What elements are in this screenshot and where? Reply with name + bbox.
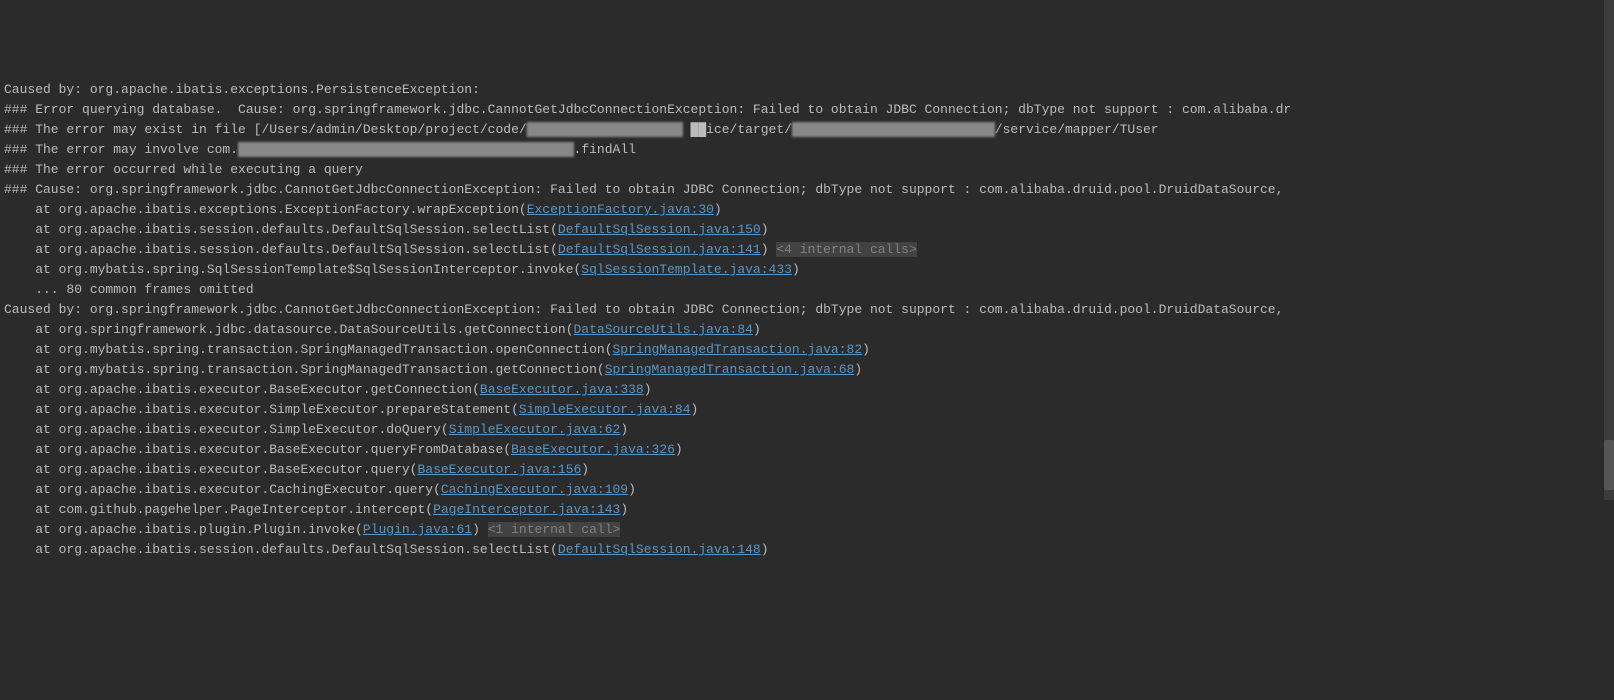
trace-text: ) <box>675 442 683 457</box>
source-link[interactable]: SpringManagedTransaction.java:82 <box>613 342 863 357</box>
trace-text: at org.apache.ibatis.executor.BaseExecut… <box>4 382 480 397</box>
trace-text: at org.apache.ibatis.executor.CachingExe… <box>4 482 441 497</box>
stack-trace-line: at org.springframework.jdbc.datasource.D… <box>4 322 761 337</box>
console-output: Caused by: org.apache.ibatis.exceptions.… <box>0 80 1614 560</box>
source-link[interactable]: SpringManagedTransaction.java:68 <box>605 362 855 377</box>
scrollbar-thumb[interactable] <box>1604 440 1614 490</box>
trace-text: at org.springframework.jdbc.datasource.D… <box>4 322 574 337</box>
trace-text: ) <box>753 322 761 337</box>
stack-trace-line: at org.apache.ibatis.executor.BaseExecut… <box>4 442 683 457</box>
source-link[interactable]: SimpleExecutor.java:62 <box>449 422 621 437</box>
stack-trace-line: at org.apache.ibatis.executor.CachingExe… <box>4 482 636 497</box>
trace-text: ) <box>628 482 636 497</box>
trace-text: at org.mybatis.spring.transaction.Spring… <box>4 362 605 377</box>
trace-text: Caused by: org.apache.ibatis.exceptions.… <box>4 82 480 97</box>
stack-trace-line: Caused by: org.springframework.jdbc.Cann… <box>4 302 1283 317</box>
stack-trace-line: ### The error may involve com.██████████… <box>4 142 636 157</box>
stack-trace-line: at org.apache.ibatis.executor.BaseExecut… <box>4 382 652 397</box>
trace-text: ) <box>854 362 862 377</box>
trace-text: /service/mapper/TUser <box>995 122 1159 137</box>
censored-text: ████████████████████ <box>527 122 683 137</box>
trace-text: ### The error may exist in file [/Users/… <box>4 122 527 137</box>
censored-text: ████████████████████████████████████████… <box>238 142 573 157</box>
trace-text: ) <box>620 502 628 517</box>
trace-text: .findAll <box>574 142 636 157</box>
trace-text: ### The error occurred while executing a… <box>4 162 363 177</box>
stack-trace-line: ... 80 common frames omitted <box>4 282 254 297</box>
stack-trace-line: at org.apache.ibatis.executor.SimpleExec… <box>4 422 628 437</box>
trace-text: Caused by: org.springframework.jdbc.Cann… <box>4 302 1283 317</box>
internal-calls-badge[interactable]: <1 internal call> <box>488 522 621 537</box>
trace-text: at org.apache.ibatis.executor.SimpleExec… <box>4 422 449 437</box>
source-link[interactable]: DefaultSqlSession.java:150 <box>558 222 761 237</box>
stack-trace-line: ### Cause: org.springframework.jdbc.Cann… <box>4 182 1283 197</box>
trace-text: ) <box>761 242 777 257</box>
trace-text: ) <box>691 402 699 417</box>
stack-trace-line: ### The error occurred while executing a… <box>4 162 363 177</box>
stack-trace-line: at com.github.pagehelper.PageInterceptor… <box>4 502 628 517</box>
trace-text: at org.apache.ibatis.executor.BaseExecut… <box>4 462 417 477</box>
trace-text: at org.apache.ibatis.exceptions.Exceptio… <box>4 202 527 217</box>
trace-text: ) <box>472 522 488 537</box>
source-link[interactable]: SimpleExecutor.java:84 <box>519 402 691 417</box>
stack-trace-line: at org.apache.ibatis.session.defaults.De… <box>4 542 769 557</box>
stack-trace-line: at org.apache.ibatis.exceptions.Exceptio… <box>4 202 722 217</box>
trace-text: ) <box>620 422 628 437</box>
vertical-scrollbar[interactable] <box>1604 0 1614 500</box>
trace-text: ) <box>862 342 870 357</box>
trace-text: at org.apache.ibatis.executor.BaseExecut… <box>4 442 511 457</box>
trace-text: ) <box>761 222 769 237</box>
trace-text: ) <box>761 542 769 557</box>
trace-text: ### Error querying database. Cause: org.… <box>4 102 1291 117</box>
stack-trace-line: Caused by: org.apache.ibatis.exceptions.… <box>4 82 480 97</box>
trace-text: ... 80 common frames omitted <box>4 282 254 297</box>
trace-text: ) <box>581 462 589 477</box>
source-link[interactable]: BaseExecutor.java:326 <box>511 442 675 457</box>
source-link[interactable]: DataSourceUtils.java:84 <box>574 322 753 337</box>
source-link[interactable]: PageInterceptor.java:143 <box>433 502 620 517</box>
trace-text: ) <box>644 382 652 397</box>
stack-trace-line: at org.apache.ibatis.plugin.Plugin.invok… <box>4 522 620 537</box>
trace-text: at org.apache.ibatis.session.defaults.De… <box>4 542 558 557</box>
trace-text: at com.github.pagehelper.PageInterceptor… <box>4 502 433 517</box>
trace-text: at org.apache.ibatis.session.defaults.De… <box>4 222 558 237</box>
stack-trace-line: at org.mybatis.spring.transaction.Spring… <box>4 362 862 377</box>
trace-text: ### Cause: org.springframework.jdbc.Cann… <box>4 182 1283 197</box>
source-link[interactable]: BaseExecutor.java:338 <box>480 382 644 397</box>
trace-text: at org.apache.ibatis.plugin.Plugin.invok… <box>4 522 363 537</box>
stack-trace-line: ### The error may exist in file [/Users/… <box>4 122 1159 137</box>
source-link[interactable]: SqlSessionTemplate.java:433 <box>581 262 792 277</box>
trace-text: ) <box>714 202 722 217</box>
trace-text: ██ice/target/ <box>683 122 792 137</box>
trace-text: at org.mybatis.spring.SqlSessionTemplate… <box>4 262 581 277</box>
trace-text: ### The error may involve com. <box>4 142 238 157</box>
source-link[interactable]: CachingExecutor.java:109 <box>441 482 628 497</box>
trace-text: at org.apache.ibatis.executor.SimpleExec… <box>4 402 519 417</box>
stack-trace-line: at org.mybatis.spring.SqlSessionTemplate… <box>4 262 800 277</box>
source-link[interactable]: DefaultSqlSession.java:141 <box>558 242 761 257</box>
trace-text: at org.apache.ibatis.session.defaults.De… <box>4 242 558 257</box>
internal-calls-badge[interactable]: <4 internal calls> <box>776 242 916 257</box>
stack-trace-line: ### Error querying database. Cause: org.… <box>4 102 1291 117</box>
stack-trace-line: at org.apache.ibatis.session.defaults.De… <box>4 242 917 257</box>
stack-trace-line: at org.apache.ibatis.session.defaults.De… <box>4 222 769 237</box>
source-link[interactable]: ExceptionFactory.java:30 <box>527 202 714 217</box>
trace-text: ) <box>792 262 800 277</box>
stack-trace-line: at org.apache.ibatis.executor.SimpleExec… <box>4 402 698 417</box>
source-link[interactable]: BaseExecutor.java:156 <box>417 462 581 477</box>
censored-text: ██████████████████████████ <box>792 122 995 137</box>
stack-trace-line: at org.mybatis.spring.transaction.Spring… <box>4 342 870 357</box>
source-link[interactable]: DefaultSqlSession.java:148 <box>558 542 761 557</box>
trace-text: at org.mybatis.spring.transaction.Spring… <box>4 342 613 357</box>
source-link[interactable]: Plugin.java:61 <box>363 522 472 537</box>
stack-trace-line: at org.apache.ibatis.executor.BaseExecut… <box>4 462 589 477</box>
